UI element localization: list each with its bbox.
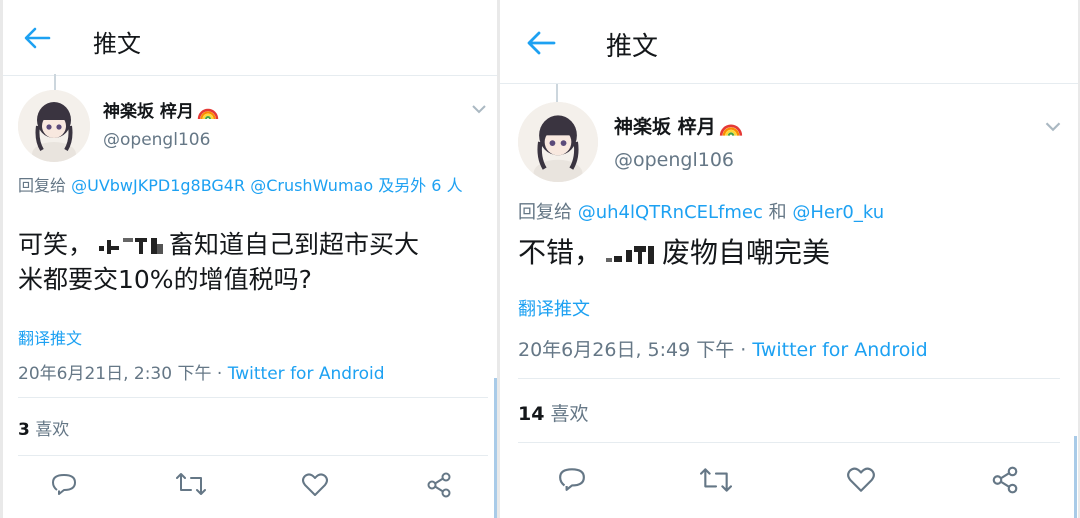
tweet-panel-right: 推文 神楽坂 梓月 @opengl106 回复给 @uh4lQTRnCELfme… (500, 0, 1078, 518)
scrollbar[interactable] (1074, 436, 1077, 518)
like-count-label: 喜欢 (550, 403, 589, 425)
divider (518, 378, 1060, 379)
like-button[interactable] (301, 472, 329, 498)
reply-context: 回复给 @uh4lQTRnCELfmec 和 @Her0_ku (518, 201, 1068, 225)
tweet-meta: 20年6月26日, 5:49 下午 · Twitter for Android (518, 335, 928, 362)
chevron-down-icon (472, 105, 486, 114)
divider (18, 455, 488, 456)
user-handle[interactable]: @opengl106 (103, 130, 210, 150)
retweet-button[interactable] (700, 467, 732, 493)
reply-prefix: 回复给 (518, 202, 572, 223)
back-button[interactable] (526, 30, 556, 56)
rainbow-emoji-icon (719, 124, 742, 136)
tweet-text-part: 废物自嘲完美 (662, 236, 831, 269)
timestamp[interactable]: 20年6月21日, 2:30 下午 · (18, 364, 228, 384)
scrollbar[interactable] (494, 378, 497, 518)
tweet-text-part: 不错， (518, 236, 603, 269)
source-link[interactable]: Twitter for Android (752, 339, 927, 361)
reply-context: 回复给 @UVbwJKPD1g8BG4R @CrushWumao 及另外 6 人 (18, 175, 493, 197)
divider (18, 397, 488, 398)
translate-tweet-link[interactable]: 翻译推文 (18, 325, 82, 349)
censored-word-mosaic (604, 240, 660, 268)
reply-button[interactable] (558, 465, 586, 493)
avatar[interactable] (18, 90, 90, 162)
source-link[interactable]: Twitter for Android (228, 364, 385, 384)
like-count-number: 14 (518, 403, 545, 425)
mention-link[interactable]: @CrushWumao (250, 176, 373, 195)
tweet-text: 不错， 废物自嘲完美 (518, 234, 1068, 273)
tweet-text: 可笑， 畜知道自己到超市买大 米都要交10%的增值税吗? (18, 228, 488, 297)
thread-line (54, 74, 56, 90)
arrow-left-icon (527, 31, 556, 55)
tweet-meta: 20年6月21日, 2:30 下午 · Twitter for Android (18, 359, 385, 384)
more-button[interactable] (471, 100, 487, 119)
display-name-text: 神楽坂 梓月 (103, 102, 194, 122)
reply-button[interactable] (51, 471, 77, 497)
heart-icon (847, 467, 875, 492)
thread-line (556, 84, 558, 102)
like-count-label: 喜欢 (35, 420, 70, 440)
share-icon (427, 472, 451, 498)
retweet-icon (176, 473, 206, 495)
tweet-panel-left: 推文 神楽坂 梓月 @opengl106 回复给 @UVbwJKPD1g8BG4… (3, 0, 497, 518)
tweet-text-part: 可笑， (18, 230, 94, 259)
share-button[interactable] (425, 471, 453, 499)
mention-link[interactable]: @UVbwJKPD1g8BG4R (71, 176, 245, 195)
censored-word-mosaic (95, 234, 167, 258)
top-bar: 推文 (3, 0, 497, 76)
retweet-icon (700, 468, 732, 492)
retweet-button[interactable] (176, 472, 206, 496)
tweet-text-part: 米都要交10%的增值税吗? (18, 264, 312, 294)
display-name-text: 神楽坂 梓月 (614, 116, 716, 138)
back-button[interactable] (23, 26, 51, 50)
like-count-number: 3 (18, 420, 30, 440)
share-button[interactable] (990, 465, 1020, 495)
user-handle[interactable]: @opengl106 (614, 149, 734, 171)
more-button[interactable] (1044, 118, 1062, 137)
chevron-down-icon (1045, 122, 1061, 132)
mention-link[interactable]: @Her0_ku (792, 202, 884, 223)
more-mentions-link[interactable]: 及另外 6 人 (378, 176, 462, 195)
tweet-text-part: 畜知道自己到超市买大 (169, 230, 420, 259)
top-bar: 推文 (500, 0, 1078, 84)
comment-icon (52, 474, 76, 495)
comment-icon (559, 468, 585, 491)
reply-join: 和 (768, 202, 787, 223)
translate-tweet-link[interactable]: 翻译推文 (518, 295, 590, 321)
like-button[interactable] (846, 466, 876, 494)
heart-icon (302, 473, 328, 496)
rainbow-emoji-icon (197, 108, 219, 120)
share-icon (992, 466, 1018, 494)
timestamp[interactable]: 20年6月26日, 5:49 下午 · (518, 339, 752, 361)
likes-count[interactable]: 3 喜欢 (18, 415, 69, 440)
arrow-left-icon (24, 27, 51, 49)
display-name[interactable]: 神楽坂 梓月 (614, 112, 743, 139)
likes-count[interactable]: 14 喜欢 (518, 399, 589, 426)
reply-prefix: 回复给 (18, 176, 67, 195)
page-title: 推文 (606, 32, 659, 62)
mention-link[interactable]: @uh4lQTRnCELfmec (578, 202, 763, 223)
avatar[interactable] (518, 102, 598, 182)
page-title: 推文 (93, 30, 141, 58)
avatar-image (518, 102, 598, 182)
avatar-image (18, 90, 90, 162)
divider (518, 442, 1060, 443)
display-name[interactable]: 神楽坂 梓月 (103, 97, 219, 122)
